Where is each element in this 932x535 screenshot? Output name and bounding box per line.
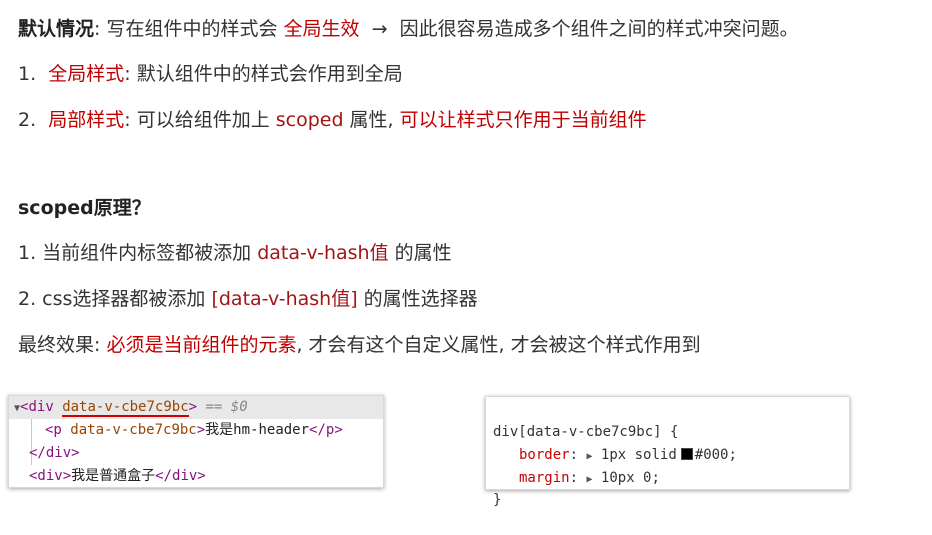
css-close-row: } [486,466,849,508]
node-text: 我是普通盒子 [71,468,156,484]
tag-end: </p> [309,422,343,438]
tag-open: <div> [29,468,72,484]
tag-close: > [188,399,198,415]
attr-name: data-v-cbe7c9bc [62,399,189,417]
intro-line: 默认情况: 写在组件中的样式会 全局生效 → 因此很容易造成多个组件之间的样式冲… [18,15,799,43]
dom-inspector-panel: ▼<div data-v-cbe7c9bc> == $0 <p data-v-c… [8,395,384,488]
node-text: 我是hm-header [205,422,310,438]
item-number: 1. [18,63,37,85]
effect-highlight: 必须是当前组件的元素 [106,334,297,356]
dom-node-div-close[interactable]: </div> [9,442,383,465]
arrow-icon: → [371,18,388,40]
dom-node-p[interactable]: <p data-v-cbe7c9bc>我是hm-header</p> [9,419,383,442]
tag-end: </div> [29,445,80,461]
css-rule-panel: div[data-v-cbe7c9bc] { border: ▶ 1px sol… [485,396,850,508]
intro-label: 默认情况 [18,18,95,40]
principle-point-1: 1. 当前组件内标签都被添加 data-v-hash值 的属性 [18,239,452,267]
item-label: 全局样式 [48,63,125,85]
principle-point-2: 2. css选择器都被添加 [data-v-hash值] 的属性选择器 [18,285,478,313]
css-decl-margin[interactable]: margin: ▶ 10px 0; [486,444,849,486]
tag-end: </div> [155,468,206,484]
css-decl-border[interactable]: border: ▶ 1px solid #000; [486,421,849,463]
list-item-scoped: 2. 局部样式: 可以给组件加上 scoped 属性, 可以让样式只作用于当前组… [18,106,647,134]
selected-marker: == $0 [197,399,248,415]
attr-name: data-v-cbe7c9bc [70,422,197,438]
css-selector-row[interactable]: div[data-v-cbe7c9bc] { [486,398,849,440]
list-item-global: 1. 全局样式: 默认组件中的样式会作用到全局 [18,60,403,88]
p2-post: 的属性选择器 [357,288,478,310]
p1-post: 的属性 [388,242,452,264]
effect-post: , 才会有这个自定义属性, 才会被这个样式作用到 [296,334,701,356]
p2-highlight: [data-v-hash值] [211,288,358,310]
item-number: 2. [18,109,37,131]
tag-close: > [196,422,206,438]
item-mid: : 可以给组件加上 [124,109,276,131]
intro-rest: 因此很容易造成多个组件之间的样式冲突问题。 [399,18,799,40]
tag-open: <p [45,422,71,438]
effect-pre: 最终效果: [18,334,107,356]
tag-open: <div [20,399,63,415]
css-close-brace: } [493,492,502,508]
item-label: 局部样式 [48,109,125,131]
dom-node-div-plain[interactable]: <div>我是普通盒子</div> [9,465,383,488]
intro-highlight: 全局生效 [283,18,360,40]
item-mid2: 属性, [343,109,400,131]
item-tail: 可以让样式只作用于当前组件 [399,109,647,131]
intro-sep: : 写在组件中的样式会 [94,18,284,40]
principle-heading: scoped原理？ [18,197,151,219]
p1-pre: 1. 当前组件内标签都被添加 [18,242,258,264]
item-code: scoped [275,109,344,131]
p1-highlight: data-v-hash值 [257,242,389,264]
item-rest: : 默认组件中的样式会作用到全局 [124,63,403,85]
dom-node-div-selected[interactable]: ▼<div data-v-cbe7c9bc> == $0 [9,396,383,419]
effect-line: 最终效果: 必须是当前组件的元素, 才会有这个自定义属性, 才会被这个样式作用到 [18,331,701,359]
p2-pre: 2. css选择器都被添加 [18,288,212,310]
